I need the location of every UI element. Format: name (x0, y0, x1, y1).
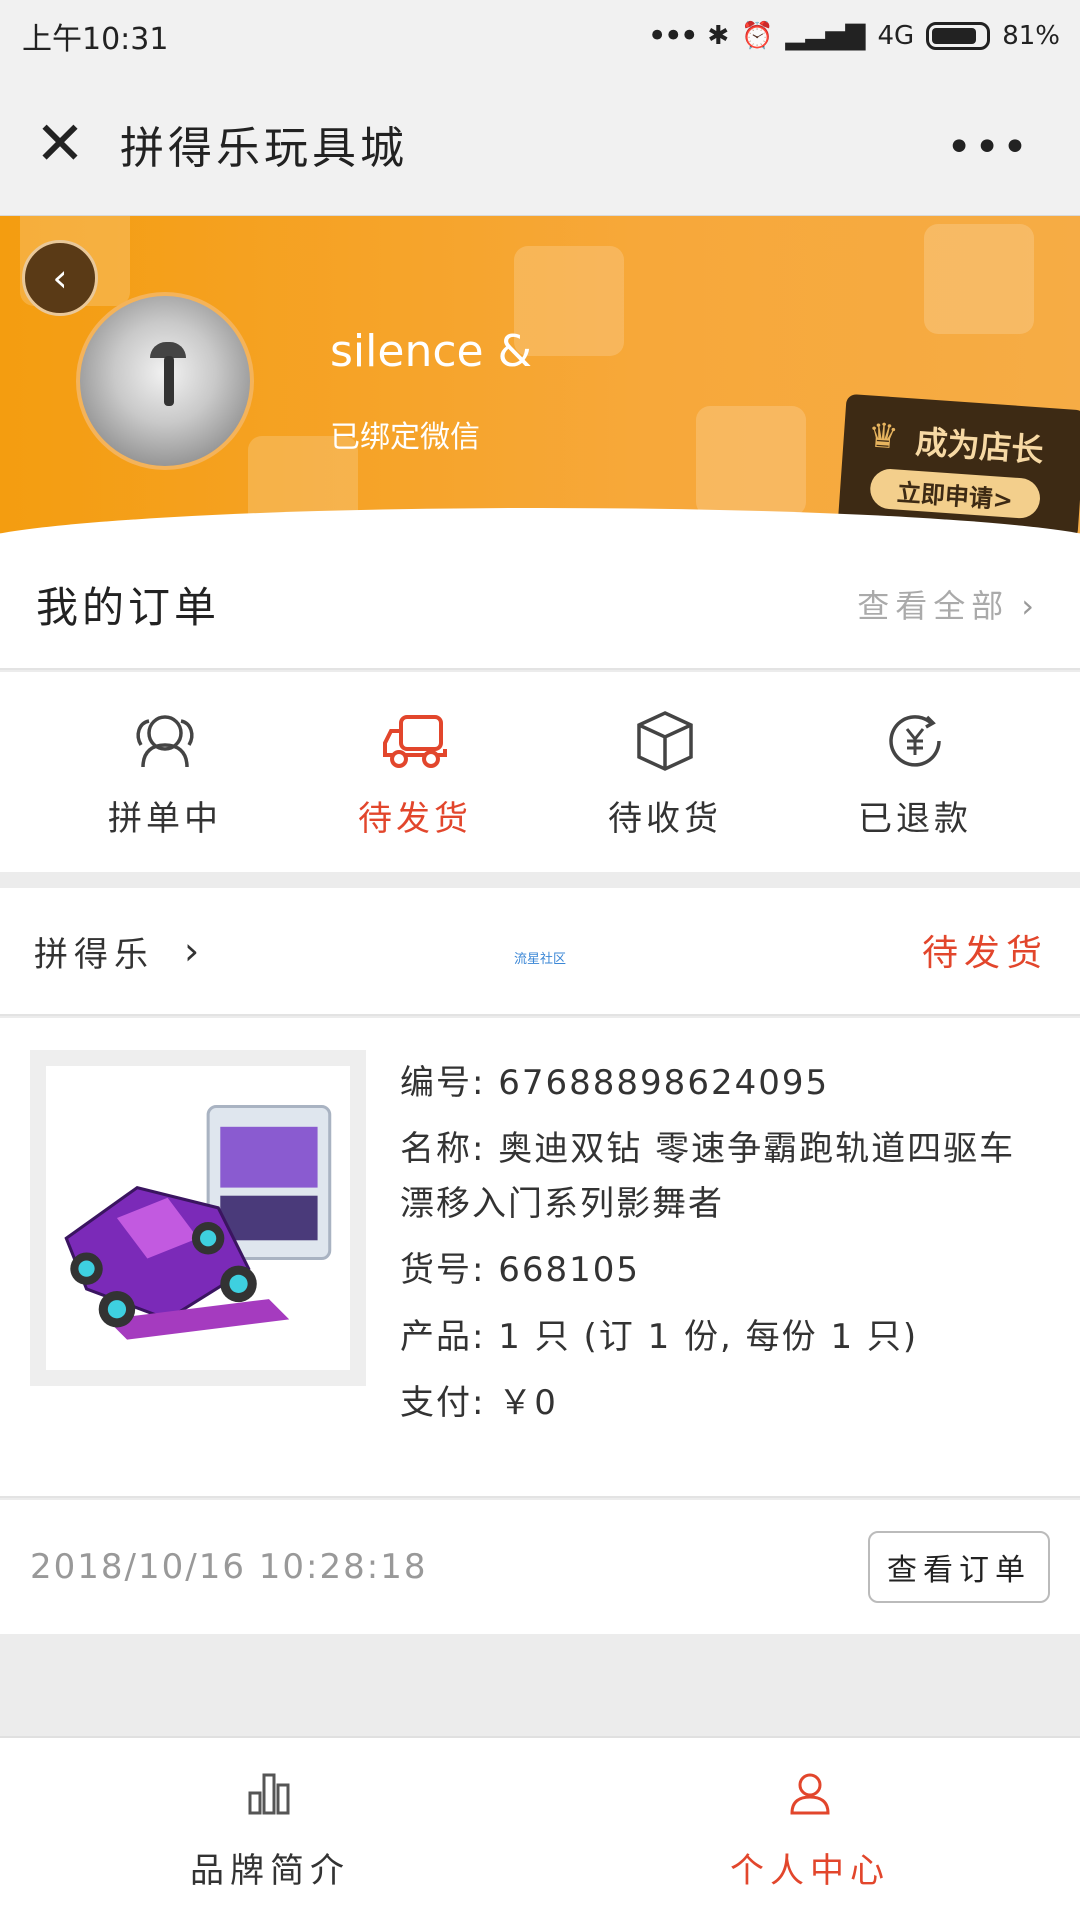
chevron-left-icon: ‹ (52, 256, 68, 300)
battery-percent: 81% (1002, 21, 1060, 51)
status-awaiting-shipment[interactable]: 待发货 (315, 672, 515, 872)
back-button[interactable]: ‹ (22, 240, 98, 316)
product-info: 编号: 67688898624095 名称: 奥迪双钻 零速争霸跑轨道四驱车 漂… (400, 1056, 1060, 1442)
group-people-icon (136, 714, 194, 767)
chevron-right-icon: › (184, 929, 200, 973)
status-label: 拼单中 (108, 798, 222, 839)
page-title: 拼得乐玩具城 (120, 122, 408, 174)
status-bar: 上午10:31 ••• ✱ ⏰ ▂▃▅▇ 4G 81% (0, 0, 1080, 72)
apply-now-button[interactable]: 立即申请> (868, 467, 1042, 520)
status-time: 上午10:31 (22, 22, 169, 57)
puzzle-decoration (696, 406, 806, 516)
profile-banner: ‹ silence & 已绑定微信 ♛ 成为店长 立即申请> (0, 216, 1080, 546)
avatar[interactable] (76, 292, 254, 470)
more-menu-icon[interactable]: ••• (946, 122, 1030, 173)
product-number: 编号: 67688898624095 (400, 1063, 830, 1103)
status-label: 已退款 (858, 798, 972, 839)
product-payment: 支付: ￥0 (400, 1382, 558, 1423)
order-status-badge: 待发货 (921, 933, 1048, 974)
puzzle-decoration (924, 224, 1034, 334)
user-icon (790, 1773, 830, 1814)
username: silence & (330, 326, 532, 377)
order-timestamp: 2018/10/16 10:28:18 (30, 1547, 428, 1587)
community-link[interactable]: 流星社区 (514, 948, 566, 967)
nav-label: 品牌简介 (190, 1850, 350, 1891)
crown-icon: ♛ (866, 415, 900, 458)
order-status-row: 拼单中 待发货 待收货 已退款 (0, 672, 1080, 872)
signal-icon: ▂▃▅▇ (785, 21, 866, 51)
more-notifications-icon: ••• (647, 16, 699, 56)
shop-owner-title: 成为店长 (914, 422, 1045, 470)
nav-brand-intro[interactable]: 品牌简介 (0, 1738, 540, 1920)
nav-label: 个人中心 (730, 1850, 890, 1891)
wechat-bind-status: 已绑定微信 (330, 420, 480, 455)
product-image[interactable] (30, 1050, 366, 1386)
status-refunded[interactable]: 已退款 (815, 672, 1015, 872)
product-sku: 货号: 668105 (400, 1250, 641, 1291)
toy-car-image (64, 1105, 332, 1340)
store-name-link[interactable]: 拼得乐 (34, 927, 154, 976)
product-name: 名称: 奥迪双钻 零速争霸跑轨道四驱车 漂移入门系列影舞者 (400, 1129, 1016, 1224)
package-box-icon (637, 710, 693, 771)
close-icon[interactable]: ✕ (0, 109, 120, 179)
bar-chart-icon (248, 1773, 290, 1814)
my-orders-header: 我的订单 查看全部 › (0, 540, 1080, 670)
order-footer: 2018/10/16 10:28:18 查看订单 (0, 1500, 1080, 1634)
view-all-orders-link[interactable]: 查看全部 › (857, 581, 1040, 627)
view-order-button[interactable]: 查看订单 (868, 1531, 1050, 1603)
bottom-nav: 品牌简介 个人中心 (0, 1736, 1080, 1920)
chevron-right-icon: › (1021, 587, 1040, 625)
network-type: 4G (877, 21, 915, 51)
order-product: 编号: 67688898624095 名称: 奥迪双钻 零速争霸跑轨道四驱车 漂… (0, 1018, 1080, 1498)
product-quantity: 产品: 1 只 (订 1 份, 每份 1 只) (400, 1316, 919, 1357)
delivery-truck-icon (383, 714, 447, 768)
status-label: 待发货 (358, 798, 472, 839)
refund-yen-icon (889, 714, 941, 767)
bluetooth-icon: ✱ (707, 21, 730, 51)
status-icons: ••• ✱ ⏰ ▂▃▅▇ 4G 81% (647, 16, 1060, 56)
order-store-row: 拼得乐 › 流星社区 待发货 (0, 888, 1080, 1016)
title-bar: ✕ 拼得乐玩具城 ••• (0, 72, 1080, 216)
status-label: 待收货 (608, 798, 722, 839)
nav-personal-center[interactable]: 个人中心 (540, 1738, 1080, 1920)
alarm-icon: ⏰ (741, 21, 774, 51)
my-orders-title: 我的订单 (36, 582, 221, 632)
status-awaiting-receipt[interactable]: 待收货 (565, 672, 765, 872)
battery-icon (926, 22, 991, 50)
status-grouping[interactable]: 拼单中 (65, 672, 265, 872)
